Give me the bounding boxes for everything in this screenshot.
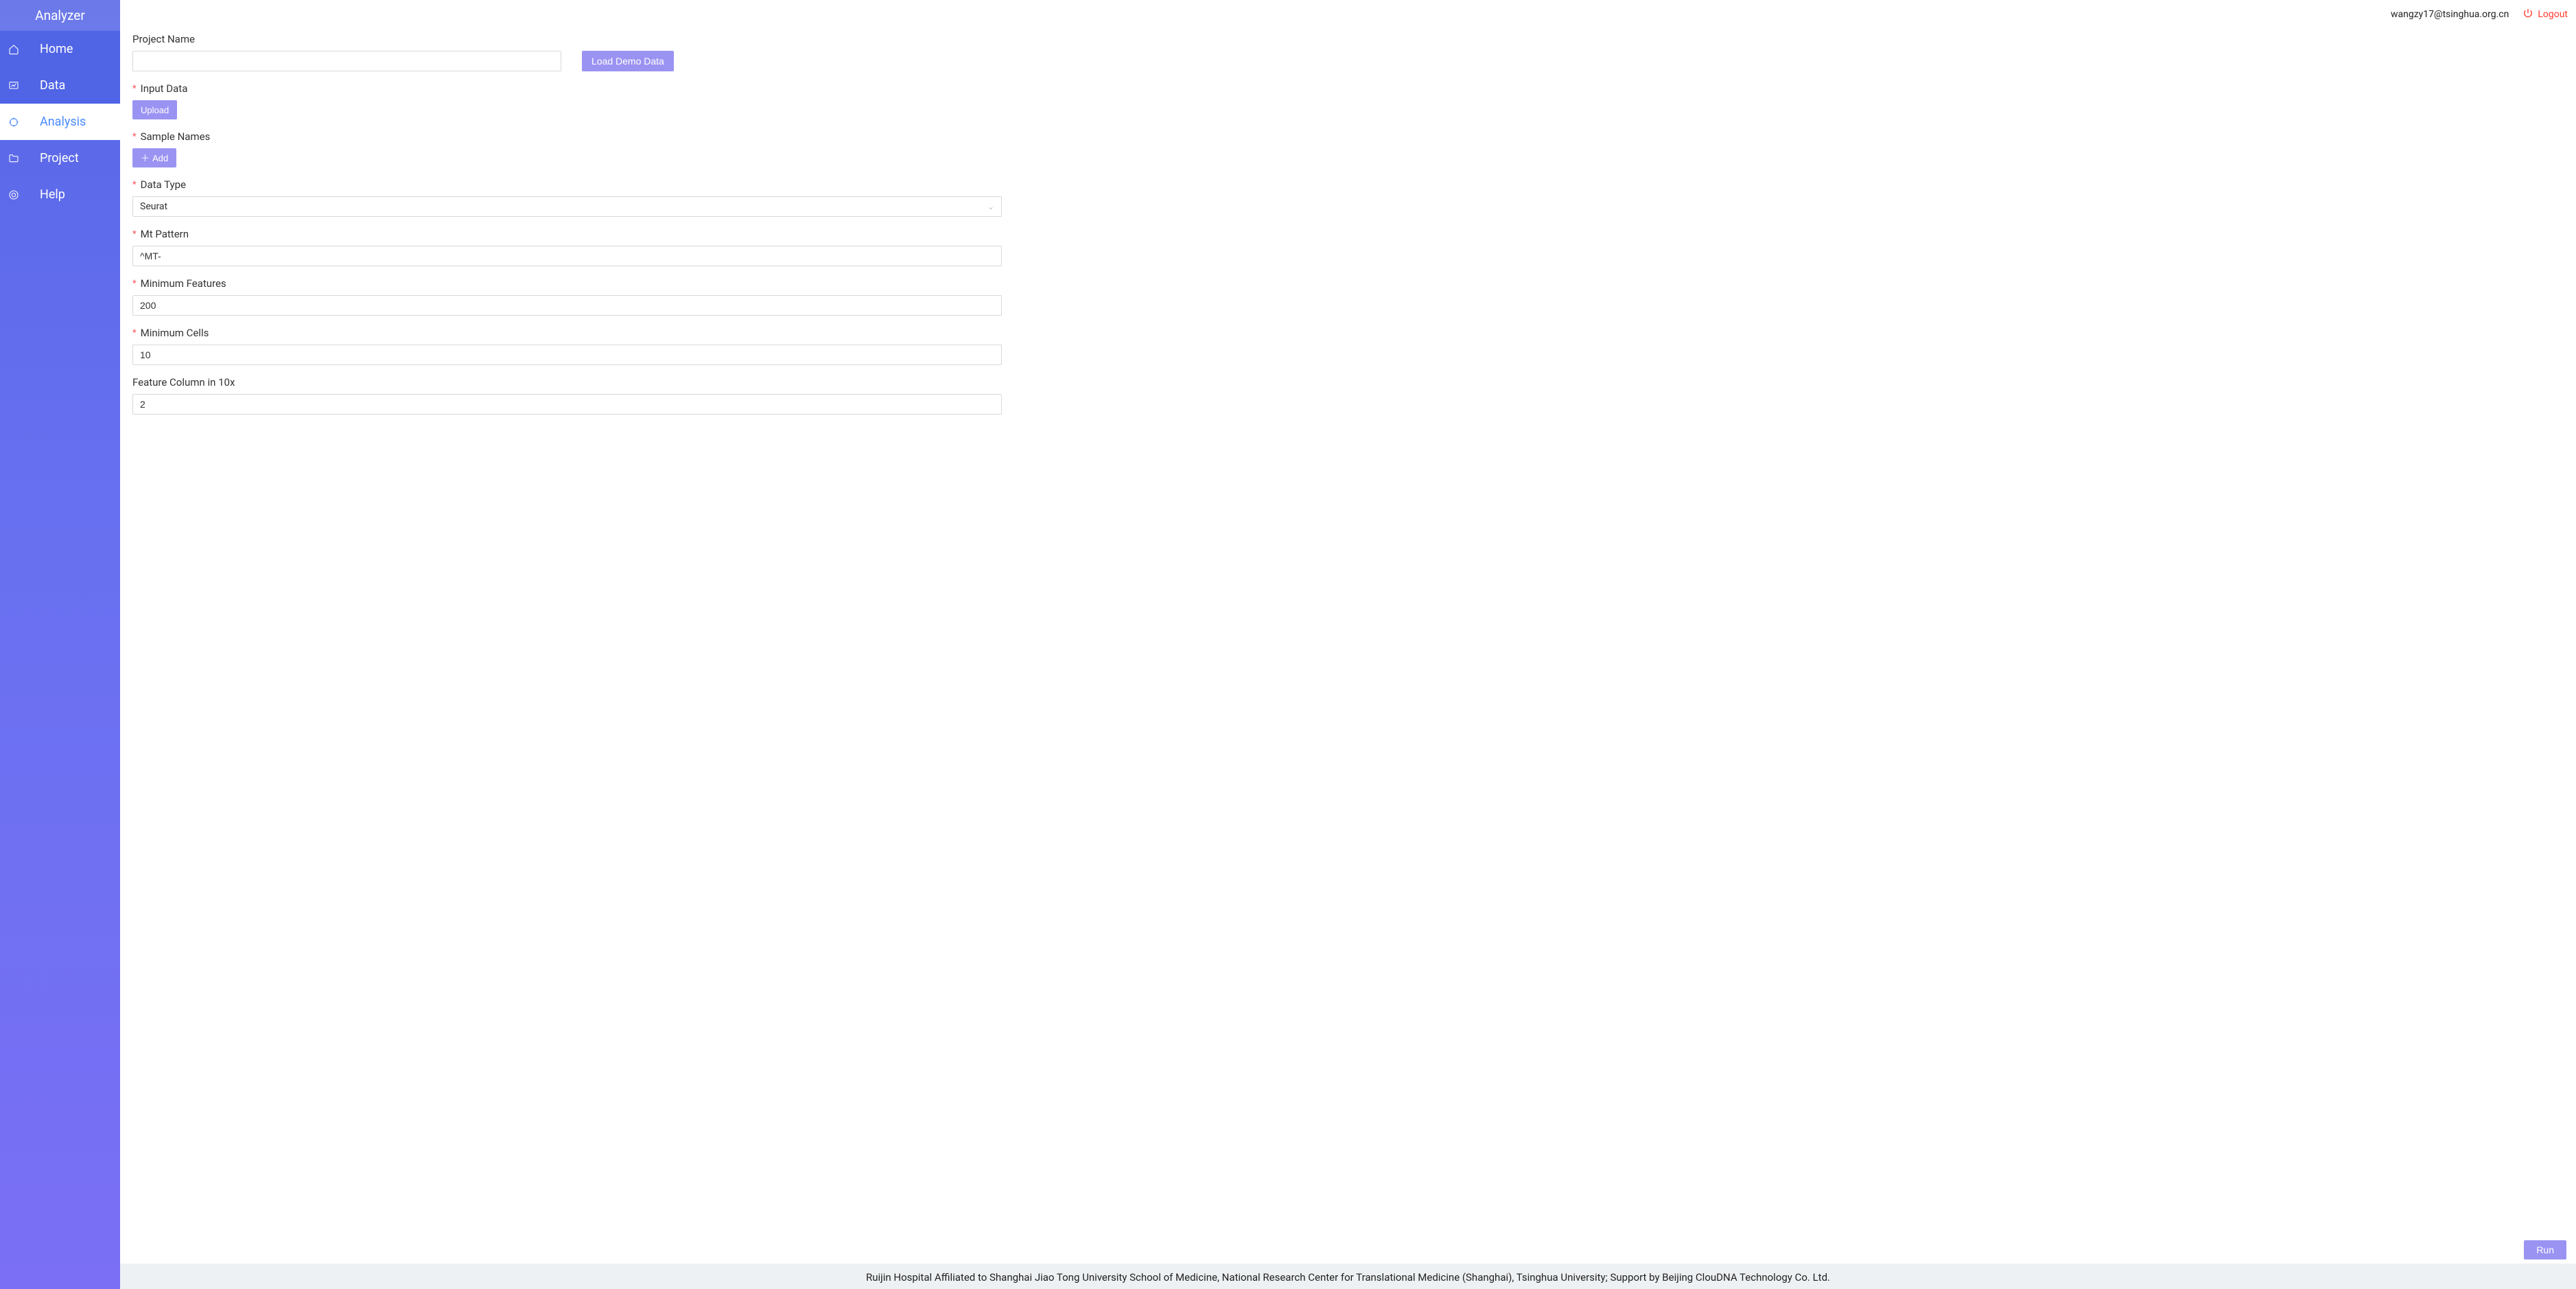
- required-star-icon: *: [132, 132, 137, 141]
- home-icon: [5, 44, 22, 55]
- form-area: Project Name Load Demo Data * Input Data…: [120, 29, 2576, 1236]
- min-features-input[interactable]: [132, 295, 1002, 316]
- run-bar: Run: [120, 1236, 2576, 1264]
- data-type-label: * Data Type: [132, 174, 2564, 191]
- data-type-select[interactable]: Seurat ⌄: [132, 196, 1002, 217]
- app-logo: Analyzer: [0, 0, 120, 31]
- main-content: wangzy17@tsinghua.org.cn Logout Project …: [120, 0, 2576, 1289]
- sidebar-item-label: Analysis: [40, 115, 86, 129]
- mt-pattern-input[interactable]: [132, 246, 1002, 266]
- sidebar-item-label: Data: [40, 78, 65, 93]
- logout-label: Logout: [2538, 9, 2568, 20]
- mt-pattern-label: * Mt Pattern: [132, 224, 2564, 240]
- load-demo-button[interactable]: Load Demo Data: [582, 51, 674, 71]
- required-star-icon: *: [132, 329, 137, 338]
- sample-names-label: * Sample Names: [132, 126, 2564, 143]
- run-button[interactable]: Run: [2524, 1240, 2566, 1259]
- data-type-value: Seurat: [140, 201, 167, 212]
- required-star-icon: *: [132, 181, 137, 189]
- plus-icon: ＋: [141, 154, 150, 163]
- project-name-label: Project Name: [132, 29, 561, 45]
- user-email: wangzy17@tsinghua.org.cn: [2391, 9, 2509, 20]
- sidebar-item-label: Project: [40, 151, 79, 165]
- chart-icon: [5, 80, 22, 91]
- required-star-icon: *: [132, 279, 137, 288]
- folder-icon: [5, 153, 22, 164]
- sidebar-item-home[interactable]: Home: [0, 31, 120, 67]
- sidebar-item-label: Home: [40, 42, 73, 56]
- sidebar-item-project[interactable]: Project: [0, 140, 120, 176]
- sidebar-item-analysis[interactable]: Analysis: [0, 104, 120, 140]
- chevron-down-icon: ⌄: [987, 202, 994, 211]
- sidebar-nav: Home Data Analysis Project: [0, 31, 120, 213]
- min-cells-input[interactable]: [132, 345, 1002, 365]
- required-star-icon: *: [132, 84, 137, 93]
- feature-column-label: Feature Column in 10x: [132, 372, 2564, 388]
- sidebar-item-data[interactable]: Data: [0, 67, 120, 104]
- project-name-input[interactable]: [132, 51, 561, 71]
- upload-button[interactable]: Upload: [132, 100, 177, 119]
- logout-button[interactable]: Logout: [2522, 8, 2568, 21]
- min-features-label: * Minimum Features: [132, 273, 2564, 290]
- sidebar-item-label: Help: [40, 187, 65, 202]
- input-data-label: * Input Data: [132, 78, 2564, 95]
- footer: Ruijin Hospital Affiliated to Shanghai J…: [120, 1264, 2576, 1289]
- required-star-icon: *: [132, 230, 137, 239]
- feature-column-input[interactable]: [132, 394, 1002, 415]
- target-icon: [5, 117, 22, 128]
- power-icon: [2522, 8, 2533, 21]
- sidebar-item-help[interactable]: Help: [0, 176, 120, 213]
- sidebar: Analyzer Home Data Analysis: [0, 0, 120, 1289]
- add-sample-button[interactable]: ＋ Add: [132, 148, 176, 167]
- topbar: wangzy17@tsinghua.org.cn Logout: [120, 0, 2576, 29]
- help-icon: [5, 189, 22, 200]
- footer-text: Ruijin Hospital Affiliated to Shanghai J…: [866, 1271, 1830, 1284]
- min-cells-label: * Minimum Cells: [132, 323, 2564, 339]
